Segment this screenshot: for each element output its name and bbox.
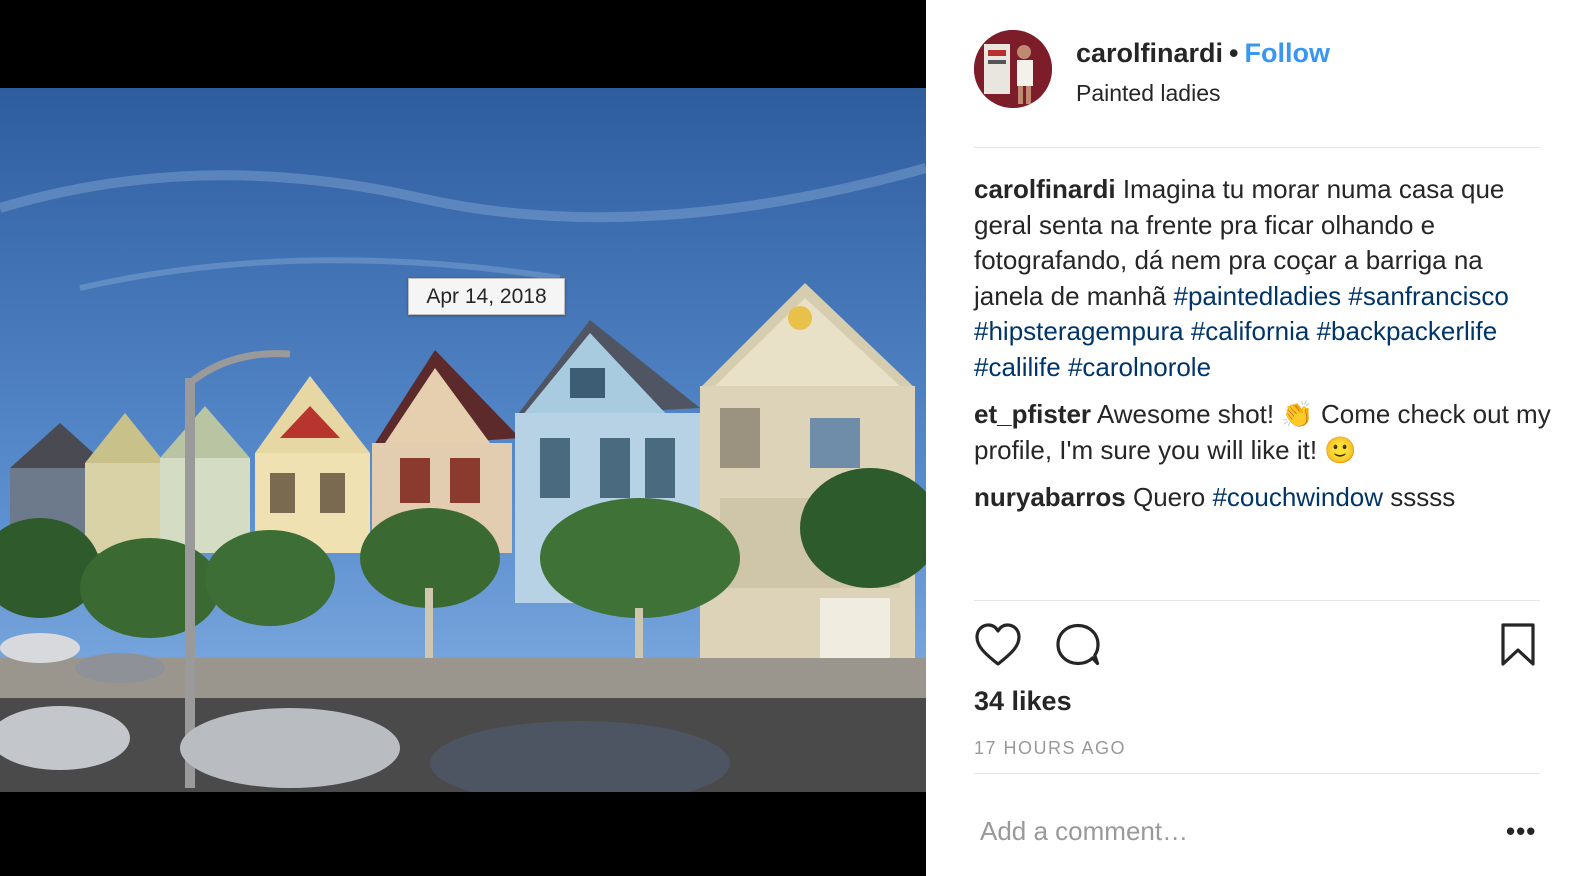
hashtag[interactable]: #sanfrancisco [1348, 281, 1508, 311]
comment: et_pfister Awesome shot! 👏 Come check ou… [974, 397, 1554, 468]
comment-author[interactable]: et_pfister [974, 399, 1091, 429]
post-detail-panel: carolfinardi • Follow Painted ladies carol… [926, 0, 1588, 876]
comment-text: sssss [1383, 482, 1456, 512]
hashtag[interactable]: #couchwindow [1212, 482, 1383, 512]
post-media[interactable]: Apr 14, 2018 [0, 0, 926, 876]
action-bar [974, 622, 1540, 670]
comment-text: Awesome shot! [1096, 399, 1282, 429]
post-timestamp[interactable]: 17 HOURS AGO [974, 738, 1126, 759]
divider [974, 600, 1540, 601]
comment-text: Quero [1132, 482, 1213, 512]
caption: carolfinardi Imagina tu morar numa casa … [974, 172, 1554, 385]
likes-count[interactable]: 34 likes [974, 686, 1072, 717]
smile-emoji: 🙂 [1324, 434, 1357, 465]
username-row: carolfinardi • Follow [1076, 38, 1330, 69]
date-tooltip: Apr 14, 2018 [408, 278, 565, 315]
more-options-button[interactable]: ••• [1506, 816, 1536, 847]
avatar[interactable] [974, 30, 1052, 108]
divider [974, 773, 1540, 774]
hashtag[interactable]: #backpackerlife [1317, 316, 1498, 346]
follow-button[interactable]: Follow [1245, 38, 1330, 68]
location-link[interactable]: Painted ladies [1076, 80, 1221, 107]
comments-list: carolfinardi Imagina tu morar numa casa … [974, 172, 1554, 528]
comment: nuryabarros Quero #couchwindow sssss [974, 480, 1554, 516]
avatar-image [974, 30, 1052, 108]
comment-author[interactable]: carolfinardi [974, 174, 1116, 204]
hashtag[interactable]: #calilife [974, 352, 1061, 382]
post-photo[interactable] [0, 88, 926, 792]
comment-author[interactable]: nuryabarros [974, 482, 1126, 512]
bookmark-icon[interactable] [1500, 622, 1536, 668]
hashtag[interactable]: #carolnorole [1068, 352, 1211, 382]
post-header: carolfinardi • Follow Painted ladies [974, 30, 1540, 120]
comment-input[interactable] [978, 812, 1482, 850]
separator-dot: • [1229, 38, 1239, 68]
speech-bubble-icon[interactable] [1054, 622, 1102, 668]
heart-icon[interactable] [974, 622, 1022, 668]
hashtag[interactable]: #california [1191, 316, 1310, 346]
hashtag[interactable]: #paintedladies [1173, 281, 1341, 311]
clapping-hands-emoji: 👏 [1281, 399, 1314, 429]
hashtag[interactable]: #hipsteragempura [974, 316, 1184, 346]
divider [974, 147, 1540, 148]
username[interactable]: carolfinardi [1076, 38, 1223, 68]
